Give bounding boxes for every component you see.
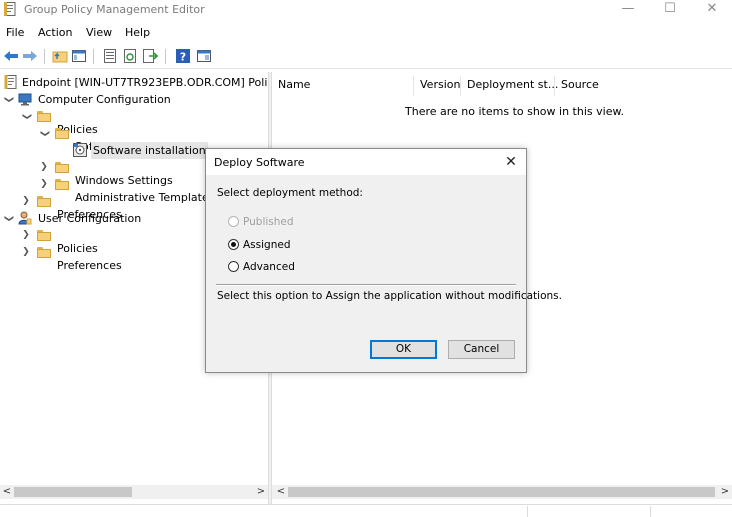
column-header-deployment-state[interactable]: Deployment st... bbox=[461, 76, 558, 96]
chevron-right-icon[interactable]: ❯ bbox=[21, 244, 31, 261]
user-icon bbox=[18, 211, 32, 225]
window-title: Group Policy Management Editor bbox=[24, 3, 205, 16]
tree-item-label: Preferences bbox=[57, 259, 122, 272]
chevron-down-icon[interactable]: ❯ bbox=[0, 95, 17, 105]
up-folder-icon[interactable] bbox=[52, 48, 68, 64]
tree-item-label: Administrative Templates: bbox=[75, 191, 219, 204]
action-pane-icon[interactable] bbox=[196, 48, 212, 64]
properties-icon[interactable] bbox=[102, 48, 118, 64]
svg-text:?: ? bbox=[180, 51, 186, 64]
scrollbar-thumb[interactable] bbox=[14, 487, 132, 497]
folder-icon bbox=[55, 179, 69, 190]
tree-item-software-settings[interactable]: ❯ Software Settings bbox=[0, 125, 172, 153]
radio-button[interactable] bbox=[228, 216, 239, 227]
toolbar-separator bbox=[93, 49, 94, 64]
minimize-button[interactable]: — bbox=[606, 0, 650, 20]
list-header: Name Version Deployment st... Source bbox=[272, 76, 732, 96]
computer-icon bbox=[18, 93, 32, 106]
software-installation-icon bbox=[73, 143, 87, 157]
menu-bar: File Action View Help bbox=[0, 22, 732, 42]
scrollbar-thumb[interactable] bbox=[288, 487, 715, 497]
folder-icon bbox=[37, 196, 51, 207]
chevron-right-icon[interactable]: ❯ bbox=[21, 193, 31, 210]
status-divider bbox=[650, 506, 651, 517]
tree-item-policies[interactable]: ❯ Policies bbox=[0, 108, 98, 136]
show-hide-tree-icon[interactable] bbox=[71, 48, 87, 64]
tree-item-user-policies[interactable]: ❯ Policies bbox=[0, 227, 98, 255]
folder-icon bbox=[55, 128, 69, 139]
refresh-icon[interactable] bbox=[122, 48, 138, 64]
folder-icon bbox=[55, 162, 69, 173]
toolbar-separator bbox=[165, 49, 166, 64]
tree-item-administrative-templates[interactable]: ❯ Administrative Templates: bbox=[0, 176, 218, 204]
toolbar-separator bbox=[44, 49, 45, 64]
status-bar bbox=[0, 504, 732, 517]
tree-item-label: Windows Settings bbox=[75, 174, 173, 187]
menu-action[interactable]: Action bbox=[38, 26, 72, 39]
close-button[interactable]: ✕ bbox=[690, 0, 732, 20]
title-bar: Group Policy Management Editor — ☐ ✕ bbox=[0, 0, 732, 20]
tree-horizontal-scrollbar[interactable]: < > bbox=[0, 485, 268, 499]
menu-view[interactable]: View bbox=[86, 26, 112, 39]
export-list-icon[interactable] bbox=[142, 48, 158, 64]
chevron-down-icon[interactable]: ❯ bbox=[36, 129, 53, 139]
forward-arrow-icon[interactable] bbox=[22, 48, 38, 64]
column-header-source[interactable]: Source bbox=[555, 76, 675, 96]
chevron-right-icon[interactable]: ❯ bbox=[39, 176, 49, 193]
tree-item-label: Software installation bbox=[91, 142, 208, 159]
radio-button[interactable] bbox=[228, 261, 239, 272]
maximize-button[interactable]: ☐ bbox=[648, 0, 692, 20]
tree-item-user-preferences[interactable]: ❯ Preferences bbox=[0, 244, 122, 272]
column-header-version[interactable]: Version bbox=[414, 76, 461, 96]
tree-item-label: Policies bbox=[57, 242, 98, 255]
tree-item-label: Endpoint [WIN-UT7TR923EPB.ODR.COM] Polic… bbox=[22, 76, 268, 89]
empty-list-message: There are no items to show in this view. bbox=[405, 105, 624, 118]
list-horizontal-scrollbar[interactable]: < > bbox=[272, 485, 732, 499]
status-divider bbox=[527, 506, 528, 517]
column-header-name[interactable]: Name bbox=[272, 76, 414, 96]
chevron-down-icon[interactable]: ❯ bbox=[18, 112, 35, 122]
toolbar: ? bbox=[0, 44, 732, 69]
radio-label: Published bbox=[243, 216, 294, 228]
dialog-divider bbox=[216, 284, 516, 286]
policy-document-icon bbox=[4, 75, 17, 89]
folder-icon bbox=[37, 111, 51, 122]
scroll-left-icon[interactable]: < bbox=[0, 485, 14, 499]
menu-file[interactable]: File bbox=[6, 26, 24, 39]
dialog-title-bar: Deploy Software ✕ bbox=[206, 149, 526, 175]
scroll-left-icon[interactable]: < bbox=[274, 485, 288, 499]
radio-button[interactable] bbox=[228, 239, 239, 250]
folder-icon bbox=[37, 230, 51, 241]
dialog-title: Deploy Software bbox=[214, 156, 305, 169]
chevron-down-icon[interactable]: ❯ bbox=[0, 214, 17, 224]
folder-icon bbox=[37, 247, 51, 258]
tree-item-label: Computer Configuration bbox=[38, 93, 171, 106]
radio-label: Assigned bbox=[243, 239, 291, 251]
option-description: Select this option to Assign the applica… bbox=[217, 290, 562, 302]
scroll-right-icon[interactable]: > bbox=[254, 485, 268, 499]
tree-item-label: User Configuration bbox=[38, 212, 142, 225]
deployment-method-prompt: Select deployment method: bbox=[217, 187, 363, 199]
radio-label: Advanced bbox=[243, 261, 295, 273]
menu-help[interactable]: Help bbox=[125, 26, 150, 39]
help-icon[interactable]: ? bbox=[175, 48, 191, 64]
back-arrow-icon[interactable] bbox=[3, 48, 19, 64]
tree-item-preferences[interactable]: ❯ Preferences bbox=[0, 193, 122, 221]
chevron-right-icon[interactable]: ❯ bbox=[39, 159, 49, 176]
deploy-software-dialog: Deploy Software ✕ Select deployment meth… bbox=[205, 148, 562, 373]
scroll-right-icon[interactable]: > bbox=[718, 485, 732, 499]
ok-button[interactable]: OK bbox=[370, 340, 437, 359]
tree-item-windows-settings[interactable]: ❯ Windows Settings bbox=[0, 159, 173, 187]
group-policy-editor-icon bbox=[4, 2, 16, 16]
chevron-right-icon[interactable]: ❯ bbox=[21, 227, 31, 244]
dialog-close-button[interactable]: ✕ bbox=[502, 153, 520, 171]
cancel-button[interactable]: Cancel bbox=[448, 340, 515, 359]
